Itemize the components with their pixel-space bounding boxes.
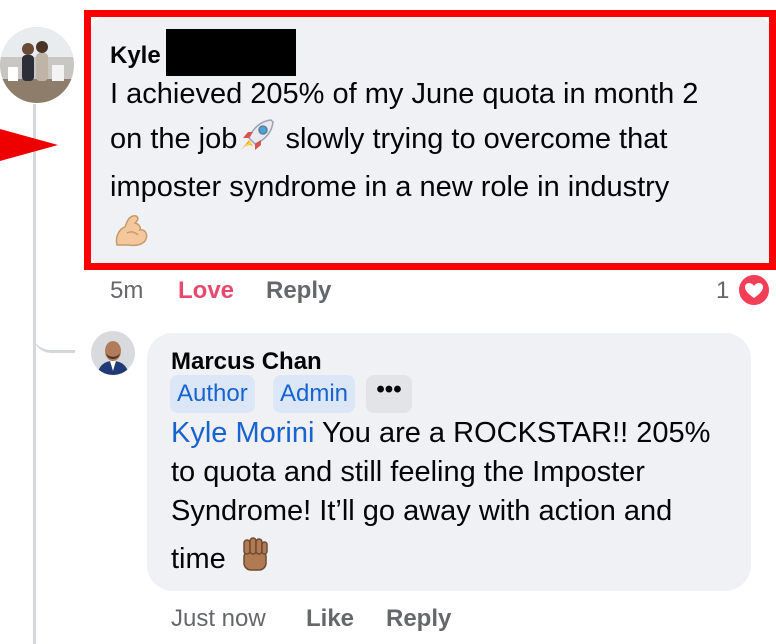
more-options-button[interactable]: ••• (366, 375, 412, 413)
rocket-emoji (237, 116, 277, 165)
reply-reply-button[interactable]: Reply (386, 605, 451, 633)
reply-author[interactable]: Marcus Chan (171, 348, 322, 376)
comment-line-1: I achieved 205% of my June quota in mont… (110, 78, 699, 110)
reply-line-1: Kyle Morini You are a ROCKSTAR!! 205% (171, 417, 711, 449)
redacted-name (166, 29, 296, 76)
thread-line (33, 104, 36, 644)
reply-line-4: time (171, 536, 272, 585)
comment-line-2: on the job slowly trying to overcome tha… (110, 116, 760, 165)
reply-line-2: to quota and still feeling the Imposter (171, 456, 645, 488)
comment-time[interactable]: 5m (110, 277, 143, 305)
avatar[interactable] (0, 27, 74, 103)
reaction-count[interactable]: 1 (716, 277, 729, 305)
heart-icon[interactable] (736, 272, 772, 308)
reply-button[interactable]: Reply (266, 277, 331, 305)
admin-badge: Admin (273, 375, 356, 413)
raised-fist-emoji (238, 536, 272, 585)
author-badge: Author (170, 375, 255, 413)
like-button[interactable]: Like (306, 605, 354, 633)
love-button[interactable]: Love (178, 277, 234, 305)
comment-author[interactable]: Kyle (110, 42, 161, 70)
comment-text: I achieved 205% of my June quota in mont… (110, 72, 760, 209)
thread-connector (33, 300, 75, 353)
avatar[interactable] (91, 331, 135, 375)
mention-link[interactable]: Kyle Morini (171, 417, 314, 449)
comment-line-3: imposter syndrome in a new role in indus… (110, 171, 670, 203)
reply-line-3: Syndrome! It’ll go away with action and (171, 495, 673, 527)
flexed-biceps-emoji (111, 211, 149, 254)
reply-text: Kyle Morini You are a ROCKSTAR!! 205% to… (171, 414, 751, 531)
reply-time[interactable]: Just now (171, 605, 266, 633)
